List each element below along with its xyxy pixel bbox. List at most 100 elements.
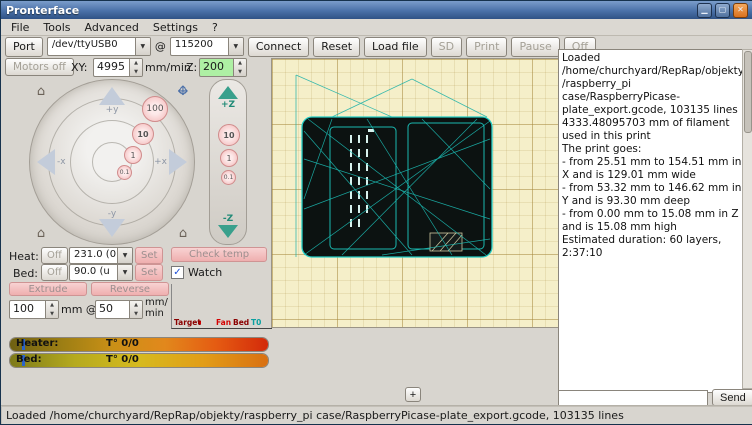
maximize-icon: ▢ [719, 6, 727, 14]
jog-y-minus-button[interactable]: -y [80, 209, 144, 237]
port-combo[interactable]: /dev/ttyUSB0 ▼ [47, 37, 151, 56]
log-scrollbar[interactable] [742, 49, 752, 389]
jog-x-minus-label: -x [57, 157, 66, 167]
keyboard-jog-button[interactable]: ↔↕ [174, 82, 192, 100]
spinner-up-icon[interactable]: ▲ [46, 301, 58, 310]
jog-distance-100[interactable]: 100 [142, 96, 168, 122]
log-output[interactable]: Loaded /home/churchyard/RepRap/objekty/r… [558, 49, 750, 393]
heat-off-button[interactable]: Off [41, 247, 68, 264]
spinner-down-icon[interactable]: ▼ [130, 310, 142, 319]
graph-target-label: Target [174, 318, 201, 327]
spinner-down-icon[interactable]: ▼ [130, 68, 142, 77]
gcode-viewer[interactable] [271, 58, 559, 328]
chevron-down-icon[interactable]: ▼ [117, 248, 132, 263]
arrows-vertical-icon: ↕ [178, 84, 189, 99]
xy-feedrate-spinner[interactable]: 4995 ▲ ▼ [93, 58, 143, 77]
jog-z-plus-button[interactable]: +Z [210, 86, 246, 110]
spinner-up-icon[interactable]: ▲ [130, 59, 142, 68]
chevron-down-icon[interactable]: ▼ [228, 38, 243, 55]
chevron-down-icon[interactable]: ▼ [117, 265, 132, 280]
extrude-length-value: 100 [10, 301, 45, 318]
heat-temp-combo[interactable]: 231.0 (0 ▼ [69, 247, 133, 264]
pause-button[interactable]: Pause [511, 37, 559, 57]
reset-button[interactable]: Reset [313, 37, 360, 57]
load-file-button[interactable]: Load file [364, 37, 427, 57]
check-temp-button[interactable]: Check temp [171, 247, 267, 262]
jog-distance-10[interactable]: 10 [132, 123, 154, 145]
xy-feed-unit: mm/min [145, 61, 191, 74]
extrude-length-spinner[interactable]: 100 ▲ ▼ [9, 300, 59, 319]
scrollbar-thumb[interactable] [744, 51, 752, 133]
jog-x-plus-label: +x [154, 157, 167, 167]
motors-off-button[interactable]: Motors off [5, 58, 74, 76]
bed-gauge-value: T° 0/0 [106, 354, 139, 365]
home-x-button[interactable]: ⌂ [32, 224, 50, 242]
jog-distance-1[interactable]: 1 [124, 146, 142, 164]
menu-tools[interactable]: Tools [36, 21, 77, 34]
arrow-left-icon [37, 149, 55, 175]
z-jog-column: +Z 10 1 0.1 -Z [209, 79, 247, 245]
port-button[interactable]: Port [5, 37, 43, 57]
graph-bed-label: Bed [233, 318, 249, 327]
checkbox-checked-icon: ✓ [171, 266, 184, 279]
bed-label: Bed: [13, 267, 38, 280]
z-distance-1[interactable]: 1 [220, 149, 238, 167]
zoom-in-button[interactable]: + [405, 387, 421, 402]
jog-x-plus-button[interactable]: +x [154, 130, 187, 194]
bed-set-button[interactable]: Set [135, 264, 163, 281]
window-title: Pronterface [6, 4, 694, 17]
heater-gauge-label: Heater: [16, 338, 58, 349]
menu-advanced[interactable]: Advanced [78, 21, 146, 34]
chevron-down-icon[interactable]: ▼ [135, 38, 150, 55]
maximize-button[interactable]: ▢ [715, 3, 730, 18]
temperature-graph: Target Fan Bed T0 [171, 284, 272, 329]
jog-z-minus-button[interactable]: -Z [210, 214, 246, 238]
heat-temp-value: 231.0 (0 [70, 248, 117, 263]
spinner-up-icon[interactable]: ▲ [234, 59, 246, 68]
watch-checkbox[interactable]: ✓ Watch [171, 266, 222, 279]
home-y-button[interactable]: ⌂ [174, 224, 192, 242]
z-distance-10[interactable]: 10 [218, 124, 240, 146]
baud-combo-value: 115200 [171, 38, 228, 55]
extrude-button[interactable]: Extrude [9, 282, 87, 296]
z-feedrate-spinner[interactable]: 200 ▲ ▼ [199, 58, 247, 77]
status-bar: Loaded /home/churchyard/RepRap/objekty/r… [1, 405, 752, 424]
z-distance-0-1[interactable]: 0.1 [221, 170, 236, 185]
extrude-speed-spinner[interactable]: 50 ▲ ▼ [95, 300, 143, 319]
close-button[interactable]: ✕ [733, 3, 748, 18]
gcode-preview [272, 59, 558, 327]
left-control-panel: Motors off XY: 4995 ▲ ▼ mm/min Z: 200 ▲ … [1, 57, 269, 405]
reverse-button[interactable]: Reverse [91, 282, 169, 296]
spinner-down-icon[interactable]: ▼ [46, 310, 58, 319]
titlebar[interactable]: Pronterface ▁ ▢ ✕ [1, 1, 752, 19]
jog-y-plus-button[interactable]: +y [80, 87, 144, 115]
send-button[interactable]: Send [712, 389, 752, 406]
sd-button[interactable]: SD [431, 37, 462, 57]
baud-combo[interactable]: 115200 ▼ [170, 37, 244, 56]
minimize-icon: ▁ [701, 6, 707, 14]
bed-temp-combo[interactable]: 90.0 (u ▼ [69, 264, 133, 281]
home-icon: ⌂ [179, 226, 187, 241]
close-icon: ✕ [737, 6, 744, 14]
jog-distance-0-1[interactable]: 0.1 [117, 165, 132, 180]
jog-y-minus-label: -y [108, 209, 116, 219]
spinner-down-icon[interactable]: ▼ [234, 68, 246, 77]
z-feedrate-value: 200 [200, 59, 233, 76]
menu-settings[interactable]: Settings [146, 21, 205, 34]
home-icon: ⌂ [37, 226, 45, 241]
jog-x-minus-button[interactable]: -x [37, 130, 66, 194]
menu-help[interactable]: ? [205, 21, 225, 34]
gcode-command-input[interactable] [558, 390, 708, 406]
jog-y-plus-label: +y [106, 105, 119, 115]
home-xy-button[interactable]: ⌂ [32, 82, 50, 100]
menu-file[interactable]: File [4, 21, 36, 34]
connect-button[interactable]: Connect [248, 37, 309, 57]
heat-set-button[interactable]: Set [135, 247, 163, 264]
arrow-right-icon [169, 149, 187, 175]
print-button[interactable]: Print [466, 37, 507, 57]
minimize-button[interactable]: ▁ [697, 3, 712, 18]
spinner-up-icon[interactable]: ▲ [130, 301, 142, 310]
bed-off-button[interactable]: Off [41, 264, 68, 281]
bed-gauge-fill [10, 354, 268, 367]
xy-jog-pad[interactable]: +y -y -x +x ⌂ ↔↕ ⌂ ⌂ 100 10 1 0.1 [29, 79, 195, 245]
